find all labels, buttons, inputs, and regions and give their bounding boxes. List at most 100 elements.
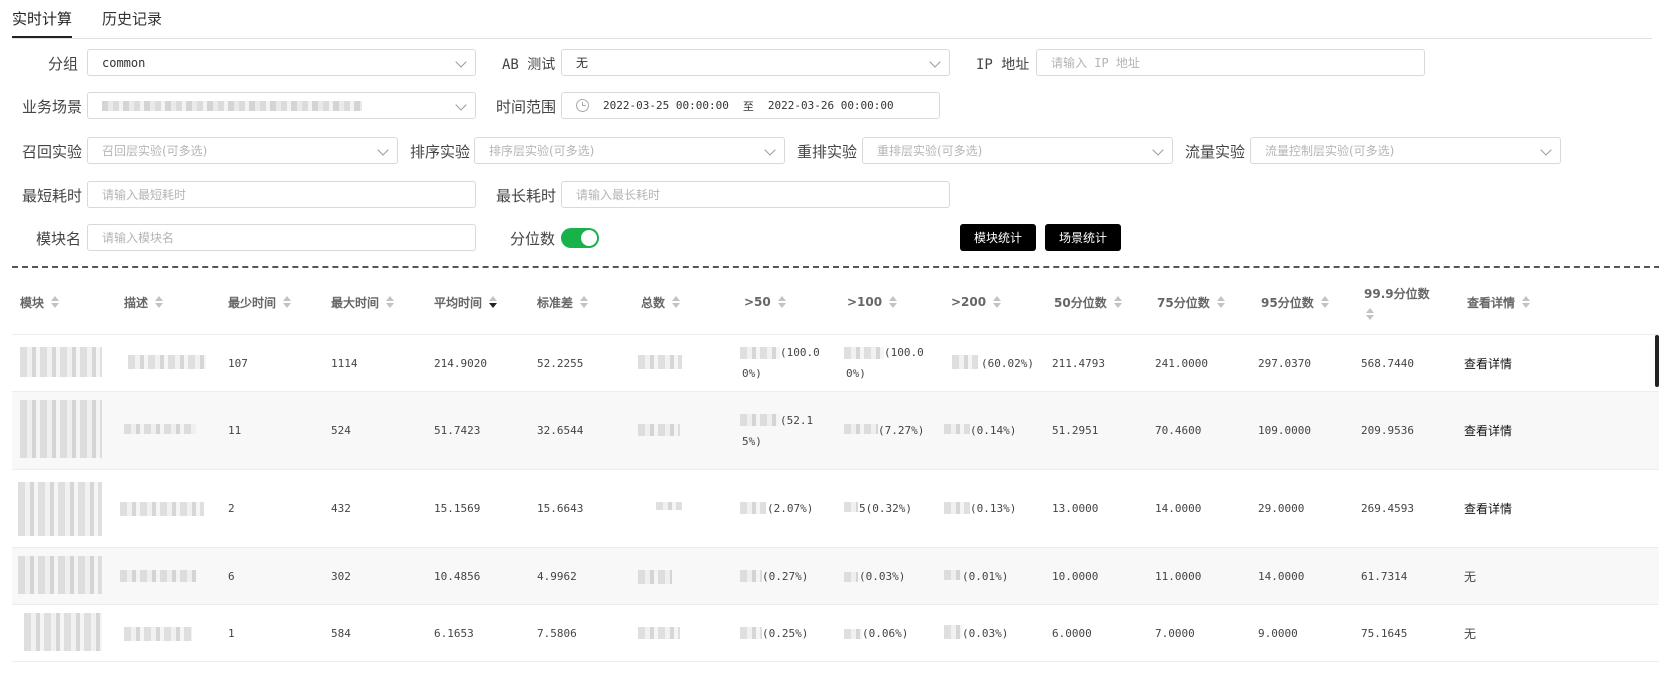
col-p50[interactable]: 50分位数 [1054,270,1122,334]
cell-std: 15.6643 [537,502,584,515]
total-redacted [638,627,680,639]
sort-icon[interactable] [1320,296,1329,308]
cell-std: 4.9962 [537,569,577,583]
group-select[interactable]: common [87,49,476,76]
col-detail[interactable]: 查看详情 [1467,270,1531,334]
stats-table: 模块 描述 最少时间 最大时间 平均时间 标准差 总数 >50 >100 >20… [12,270,1659,662]
tab-realtime[interactable]: 实时计算 [12,8,73,38]
ip-input[interactable]: 请输入 IP 地址 [1036,49,1425,76]
cell-std: 52.2255 [537,356,584,370]
sort-icon[interactable] [1113,296,1122,308]
time-end[interactable]: 2022-03-26 00:00:00 [768,99,894,112]
view-details-link[interactable]: 查看详情 [1464,335,1512,391]
module-name-input[interactable]: 请输入模块名 [87,224,476,251]
section-divider [12,266,1659,268]
chevron-down-icon [1152,144,1164,156]
scene-select[interactable] [87,92,476,119]
table-row: 11 524 51.7423 32.6544 (52.15%) (7.27%) … [12,392,1659,470]
cell-avg: 10.4856 [434,569,481,583]
col-min-time[interactable]: 最少时间 [228,270,292,334]
sort-icon[interactable] [155,296,164,308]
cell-max: 584 [331,626,351,640]
rank-select[interactable]: 排序层实验(可多选) [474,137,785,164]
sort-icon[interactable] [1522,296,1531,308]
gt50-count-redacted [740,627,762,639]
detail-none-text: 无 [1464,569,1477,584]
sort-icon[interactable] [1216,296,1225,308]
toggle-knob [581,230,597,246]
chevron-down-icon [455,56,467,68]
scene-stats-button[interactable]: 场景统计 [1045,224,1121,251]
module-name-label: 模块名 [36,230,82,248]
ip-placeholder: 请输入 IP 地址 [1051,56,1140,70]
cell-min: 1 [228,626,235,640]
time-range-picker[interactable]: 2022-03-25 00:00:00 至 2022-03-26 00:00:0… [561,92,940,119]
quantile-toggle[interactable] [561,228,599,248]
cell-gt50: (0.27%) [762,569,809,583]
cell-gt50: (100.00%) [742,346,820,380]
min-time-input[interactable]: 请输入最短耗时 [87,181,476,208]
max-time-input[interactable]: 请输入最长耗时 [561,181,950,208]
cell-p999: 568.7440 [1361,356,1414,370]
sort-desc-icon[interactable] [489,296,498,308]
cell-p75: 11.0000 [1155,569,1202,583]
rerank-select[interactable]: 重排层实验(可多选) [862,137,1173,164]
col-std[interactable]: 标准差 [537,270,589,334]
col-p75[interactable]: 75分位数 [1157,270,1225,334]
sort-icon[interactable] [386,296,395,308]
recall-select[interactable]: 召回层实验(可多选) [87,137,398,164]
total-redacted [638,355,682,369]
rerank-label: 重排实验 [797,143,858,161]
ab-test-select[interactable]: 无 [561,49,950,76]
sort-icon[interactable] [777,296,786,308]
gt200-count-redacted [952,355,978,369]
cell-gt100: (7.27%) [878,424,925,437]
sort-icon[interactable] [1366,307,1374,320]
cell-p50: 51.2951 [1052,424,1099,437]
cell-p95: 297.0370 [1258,356,1311,370]
cell-p999: 75.1645 [1361,626,1408,640]
cell-p50: 10.0000 [1052,569,1099,583]
cell-p75: 14.0000 [1155,502,1202,515]
col-avg-time[interactable]: 平均时间 [434,270,498,334]
col-module[interactable]: 模块 [20,270,60,334]
cell-min: 11 [228,424,242,437]
cell-gt50: (2.07%) [767,502,814,515]
total-redacted [638,424,680,436]
module-stats-button[interactable]: 模块统计 [960,224,1036,251]
col-max-time[interactable]: 最大时间 [331,270,395,334]
cell-avg: 51.7423 [434,424,481,437]
col-desc[interactable]: 描述 [124,270,164,334]
view-details-link[interactable]: 查看详情 [1464,392,1512,469]
col-gt100[interactable]: >100 [847,270,898,334]
desc-redacted [124,424,196,434]
ip-label: IP 地址 [976,57,1030,73]
view-details-link[interactable]: 查看详情 [1464,470,1512,547]
traffic-placeholder: 流量控制层实验(可多选) [1265,144,1395,158]
col-gt50[interactable]: >50 [744,270,786,334]
sort-icon[interactable] [51,296,60,308]
col-total[interactable]: 总数 [641,270,681,334]
col-p95[interactable]: 95分位数 [1261,270,1329,334]
sort-icon[interactable] [889,296,898,308]
max-time-label: 最长耗时 [496,187,557,205]
traffic-select[interactable]: 流量控制层实验(可多选) [1250,137,1561,164]
cell-gt200: (0.01%) [962,569,1009,583]
sort-icon[interactable] [993,296,1002,308]
gt200-count-redacted [944,625,962,639]
time-separator: 至 [742,99,754,113]
cell-gt200: (0.13%) [970,502,1017,515]
col-gt200[interactable]: >200 [951,270,1002,334]
sort-icon[interactable] [580,296,589,308]
sort-icon[interactable] [283,296,292,308]
col-p999[interactable]: 99.9分位数 [1364,270,1430,334]
sort-icon[interactable] [672,296,681,308]
tab-history[interactable]: 历史记录 [102,8,162,29]
cell-p95: 29.0000 [1258,502,1305,515]
cell-avg: 6.1653 [434,626,474,640]
table-scrollbar[interactable] [1655,335,1659,387]
gt200-count-redacted [944,570,962,580]
cell-avg: 15.1569 [434,502,481,515]
time-start[interactable]: 2022-03-25 00:00:00 [603,99,729,112]
chevron-down-icon [929,56,941,68]
